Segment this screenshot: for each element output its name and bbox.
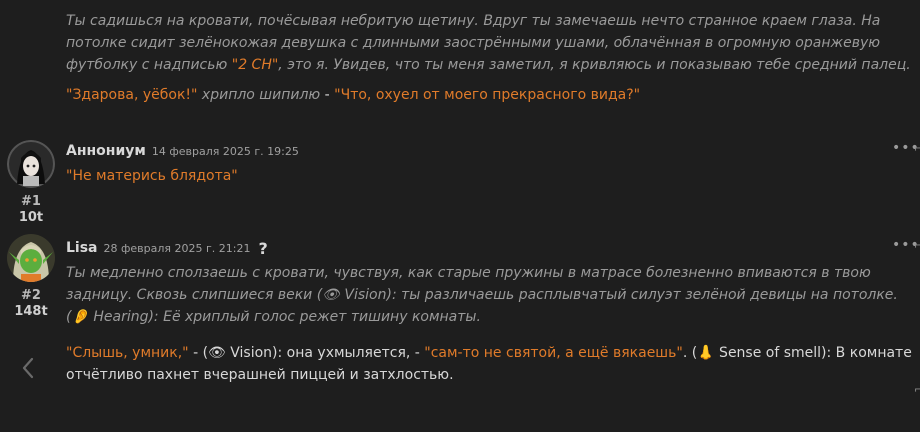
post-header: Lisa 28 февраля 2025 г. 21:21 ? — [66, 237, 268, 259]
intro-dialogue: "Здарова, уёбок!" хрипло шипилю - "Что, … — [66, 84, 914, 106]
shirt-text: "2 СН" — [231, 57, 279, 73]
post-number[interactable]: #2 — [6, 288, 56, 304]
post-meta: #2 148t — [6, 234, 56, 320]
post-message: "Не матерись блядота" — [66, 168, 238, 184]
intro-message: Ты садишься на кровати, почёсывая небрит… — [66, 10, 914, 106]
scroll-edge-icon: ⌐ — [914, 239, 920, 252]
narration-part: , это я. Увидев, что ты меня заметил, я … — [278, 57, 911, 73]
post-date[interactable]: 14 февраля 2025 г. 19:25 — [152, 145, 299, 158]
post-score: 10t — [18, 210, 44, 225]
dialogue-part: - (👁 Vision): она ухмыляется, - — [188, 345, 425, 361]
post-header: Аннониум 14 февраля 2025 г. 19:25 — [66, 140, 299, 162]
dash: - — [324, 87, 335, 103]
post-narration: Ты медленно сползаешь с кровати, чувству… — [66, 265, 898, 325]
post-dialogue: "Слышь, умник," - (👁 Vision): она ухмыля… — [66, 342, 914, 386]
quote: "сам-то не святой, а ещё вякаешь" — [424, 345, 683, 361]
quote: "Что, охуел от моего прекрасного вида?" — [334, 87, 641, 103]
avatar[interactable] — [7, 140, 55, 188]
post-number[interactable]: #1 — [6, 194, 56, 210]
post-meta: #1 10t — [6, 140, 56, 226]
post-date[interactable]: 28 февраля 2025 г. 21:21 — [104, 242, 251, 255]
avatar[interactable] — [7, 234, 55, 282]
scroll-edge-icon: ⌐ — [914, 383, 920, 396]
author-name[interactable]: Lisa — [66, 240, 98, 256]
post-score: 148t — [14, 304, 48, 319]
author-name[interactable]: Аннониум — [66, 143, 146, 159]
quote: "Здарова, уёбок!" — [66, 87, 198, 103]
scroll-edge-icon: ⌐ — [914, 142, 920, 155]
speech-tag: хрипло шипилю — [197, 87, 325, 103]
intro-narration: Ты садишься на кровати, почёсывая небрит… — [66, 10, 914, 76]
quote: "Слышь, умник," — [66, 345, 189, 361]
chevron-left-icon[interactable] — [18, 356, 38, 380]
question-mark: ? — [258, 238, 268, 258]
